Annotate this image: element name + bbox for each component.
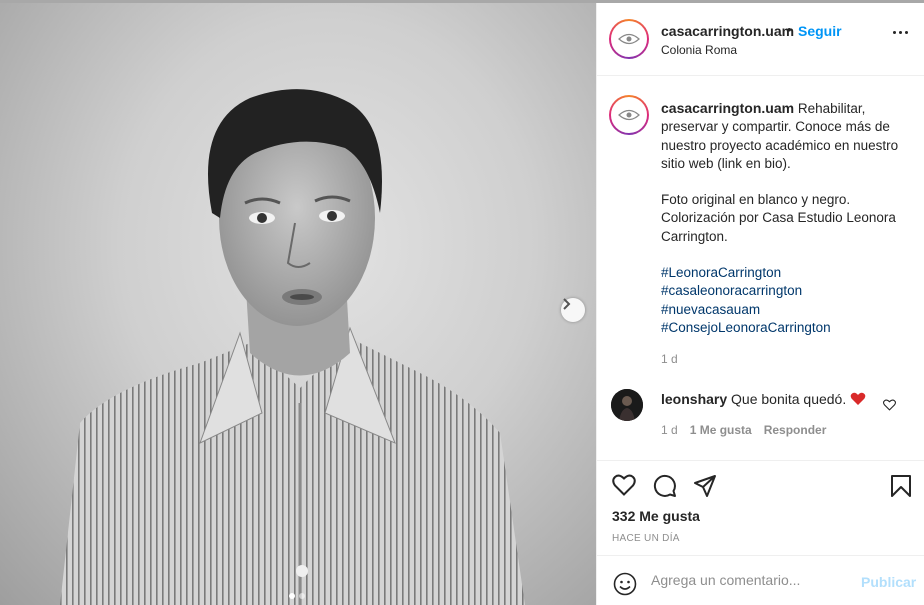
post-timestamp: HACE UN DÍA — [612, 533, 680, 544]
post-panel: casacarrington.uam • Seguir Colonia Roma… — [596, 3, 924, 605]
bookmark-icon — [891, 475, 911, 497]
commenter-avatar[interactable] — [611, 389, 643, 421]
more-options-button[interactable] — [893, 31, 908, 34]
hashtag-link[interactable]: #casaleonoracarrington — [661, 282, 911, 300]
post-header: casacarrington.uam • Seguir Colonia Roma — [597, 3, 924, 76]
heart-icon — [883, 399, 896, 411]
comment-likes[interactable]: 1 Me gusta — [690, 423, 752, 437]
carousel-dot-active — [289, 593, 295, 599]
hashtag-link[interactable]: #LeonoraCarrington — [661, 264, 911, 282]
header-username[interactable]: casacarrington.uam — [661, 23, 794, 39]
eye-logo-icon — [618, 33, 640, 45]
comment-icon — [653, 474, 676, 497]
separator-dot: • — [787, 22, 792, 37]
profile-avatar[interactable] — [609, 19, 649, 59]
caption-avatar[interactable] — [609, 95, 649, 135]
eye-logo-icon — [618, 109, 640, 121]
like-button[interactable] — [612, 474, 636, 501]
save-button[interactable] — [890, 474, 912, 503]
emoji-button[interactable] — [613, 572, 637, 601]
caption-age[interactable]: 1 d — [661, 352, 678, 366]
post-caption: casacarrington.uam Rehabilitar, preserva… — [661, 99, 911, 337]
comment-input[interactable] — [651, 572, 851, 588]
post-photo[interactable] — [0, 3, 596, 605]
portrait-illustration — [60, 89, 525, 605]
caption-paragraph: Foto original en blanco y negro. Coloriz… — [661, 192, 896, 244]
more-icon — [893, 31, 896, 34]
next-slide-button[interactable] — [561, 298, 585, 322]
comment-age[interactable]: 1 d — [661, 423, 678, 437]
comment-text: Que bonita quedó. — [731, 391, 847, 407]
share-button[interactable] — [693, 474, 717, 503]
comment-username[interactable]: leonshary — [661, 391, 727, 407]
comment: leonshary Que bonita quedó. — [661, 391, 866, 407]
emoji-icon — [613, 572, 637, 596]
heart-icon — [612, 474, 636, 496]
caption-username[interactable]: casacarrington.uam — [661, 100, 794, 116]
publish-button[interactable]: Publicar — [861, 574, 916, 590]
hashtag-link[interactable]: #ConsejoLeonoraCarrington — [661, 319, 911, 337]
likes-count[interactable]: 332 Me gusta — [612, 508, 700, 524]
follow-button[interactable]: Seguir — [798, 23, 842, 39]
location-link[interactable]: Colonia Roma — [661, 43, 737, 57]
comment-button[interactable] — [653, 474, 677, 503]
hashtag-list: #LeonoraCarrington #casaleonoracarringto… — [661, 264, 911, 337]
comment-meta: 1 d 1 Me gusta Responder — [661, 423, 826, 437]
share-icon — [694, 475, 716, 497]
comment-like-button[interactable] — [883, 398, 896, 416]
carousel-dots — [289, 593, 305, 599]
chevron-right-icon — [563, 298, 571, 310]
reply-button[interactable]: Responder — [764, 423, 827, 437]
hashtag-link[interactable]: #nuevacasauam — [661, 301, 911, 319]
action-bar — [597, 460, 924, 510]
carousel-dot — [299, 593, 305, 599]
comment-form: Publicar — [597, 555, 924, 605]
red-heart-emoji-icon — [850, 392, 866, 405]
